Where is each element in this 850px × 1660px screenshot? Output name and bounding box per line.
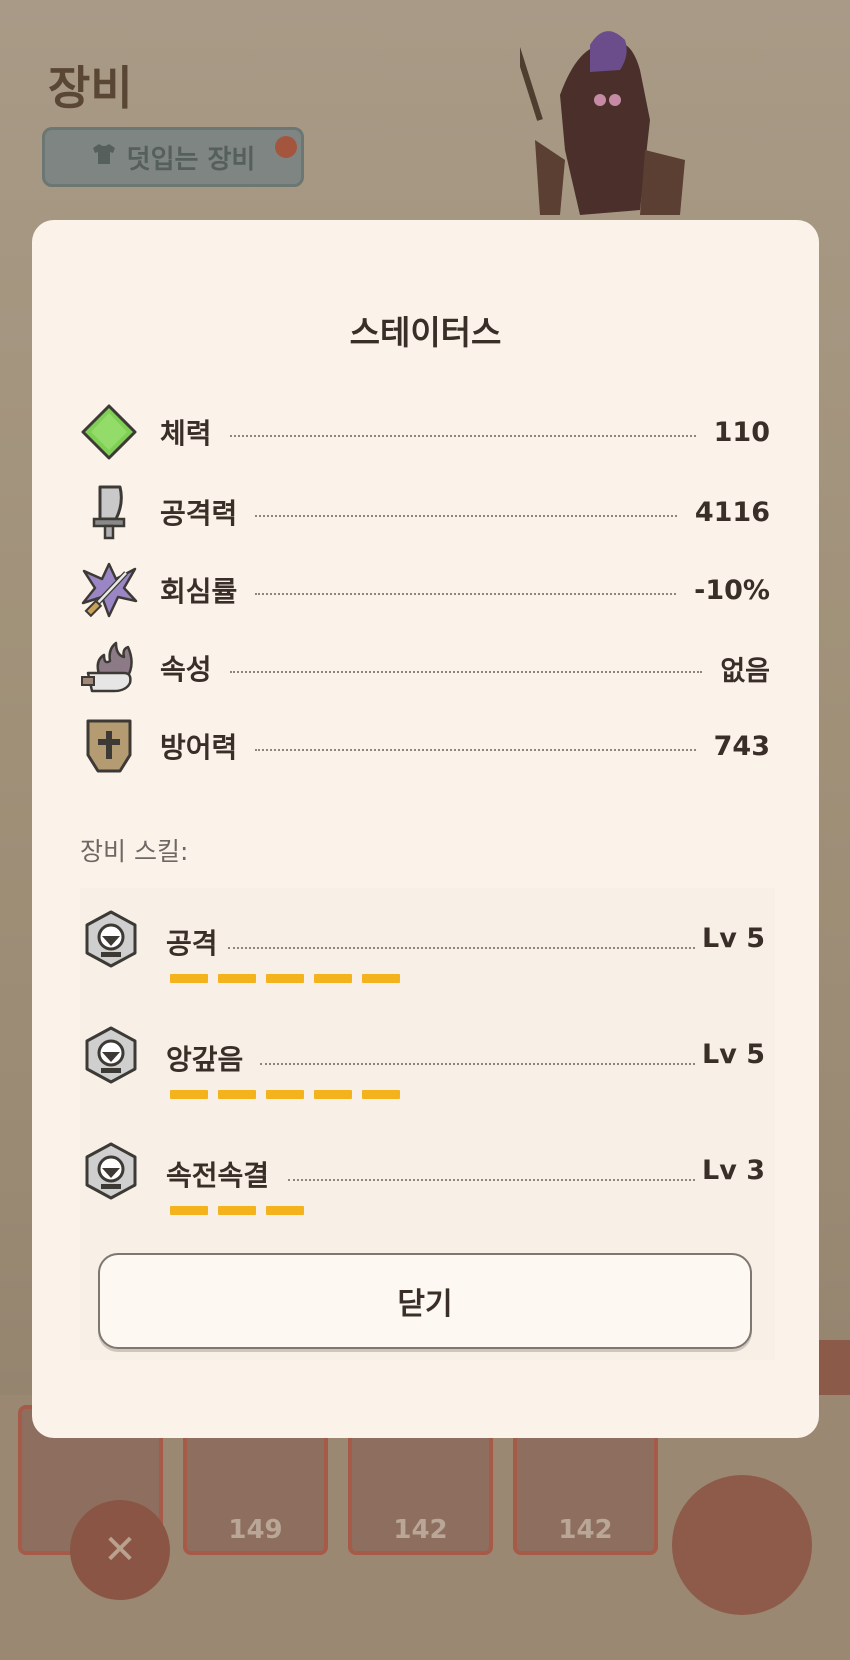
layered-equipment-button[interactable]: 덧입는 장비 — [42, 127, 304, 187]
stat-row-affinity: 회심률 -10% — [80, 560, 770, 620]
level-pip — [170, 1090, 208, 1099]
skill-decoration-icon — [85, 910, 137, 968]
level-pip — [362, 1090, 400, 1099]
skills-heading: 장비 스킬: — [80, 837, 189, 866]
level-pip — [266, 1206, 304, 1215]
skill-level: Lv 3 — [702, 1155, 765, 1186]
level-pip — [218, 1090, 256, 1099]
skill-row: 공격 Lv 5 — [80, 910, 775, 1010]
notification-dot — [275, 136, 297, 158]
leader-dots — [288, 1179, 695, 1181]
character-figure — [520, 31, 685, 216]
defense-shield-icon — [86, 719, 132, 773]
skill-name: 앙갚음 — [166, 1043, 244, 1076]
stat-label: 방어력 — [160, 731, 238, 764]
page-title: 장비 — [48, 61, 133, 115]
stat-label: 속성 — [160, 653, 212, 686]
level-pip — [314, 974, 352, 983]
stat-value: 없음 — [720, 655, 770, 687]
leader-dots — [260, 1063, 695, 1065]
close-button[interactable]: 닫기 — [98, 1253, 752, 1349]
layered-equipment-label: 덧입는 장비 — [126, 144, 256, 175]
leader-dots — [229, 671, 703, 673]
stat-value: 743 — [713, 730, 770, 762]
stat-row-element: 속성 없음 — [80, 638, 770, 698]
affinity-crossed-swords-icon — [81, 562, 138, 618]
level-pip — [266, 974, 304, 983]
round-action-button[interactable] — [672, 1475, 812, 1615]
status-dialog: 스테이터스 체력 110 공격력 4116 회심률 -10% 속성 없음 방어력… — [32, 220, 819, 1438]
skill-row: 앙갚음 Lv 5 — [80, 1026, 775, 1126]
stat-row-defense: 방어력 743 — [80, 716, 770, 776]
leader-dots — [229, 435, 696, 437]
stat-row-attack: 공격력 4116 — [80, 482, 770, 542]
level-pip — [218, 1206, 256, 1215]
stat-label: 공격력 — [160, 497, 238, 530]
skill-level: Lv 5 — [702, 923, 765, 954]
dialog-title: 스테이터스 — [349, 313, 502, 352]
leader-dots — [255, 515, 677, 517]
stat-value: -10% — [694, 574, 770, 606]
skill-row: 속전속결 Lv 3 — [80, 1142, 775, 1242]
skill-level-bars — [170, 1206, 304, 1215]
stamina-diamond-icon — [81, 404, 137, 460]
skill-name: 속전속결 — [166, 1159, 270, 1192]
stat-label: 체력 — [160, 417, 212, 450]
element-flame-icon — [81, 641, 133, 693]
level-pip — [170, 1206, 208, 1215]
level-pip — [266, 1090, 304, 1099]
skill-level-bars — [170, 1090, 400, 1099]
shirt-icon — [91, 142, 117, 172]
attack-blade-icon — [92, 485, 126, 540]
level-pip — [170, 974, 208, 983]
skill-level-bars — [170, 974, 400, 983]
skill-level: Lv 5 — [702, 1039, 765, 1070]
leader-dots — [228, 947, 695, 949]
leader-dots — [255, 749, 696, 751]
level-pip — [218, 974, 256, 983]
stat-row-stamina: 체력 110 — [80, 402, 770, 462]
skill-decoration-icon — [85, 1142, 137, 1200]
stat-value: 4116 — [694, 496, 770, 528]
skill-decoration-icon — [85, 1026, 137, 1084]
leader-dots — [255, 593, 677, 595]
skill-name: 공격 — [166, 927, 218, 960]
close-icon[interactable]: ✕ — [70, 1500, 170, 1600]
level-pip — [314, 1090, 352, 1099]
stat-label: 회심률 — [160, 575, 238, 608]
level-pip — [362, 974, 400, 983]
stat-value: 110 — [713, 416, 770, 448]
